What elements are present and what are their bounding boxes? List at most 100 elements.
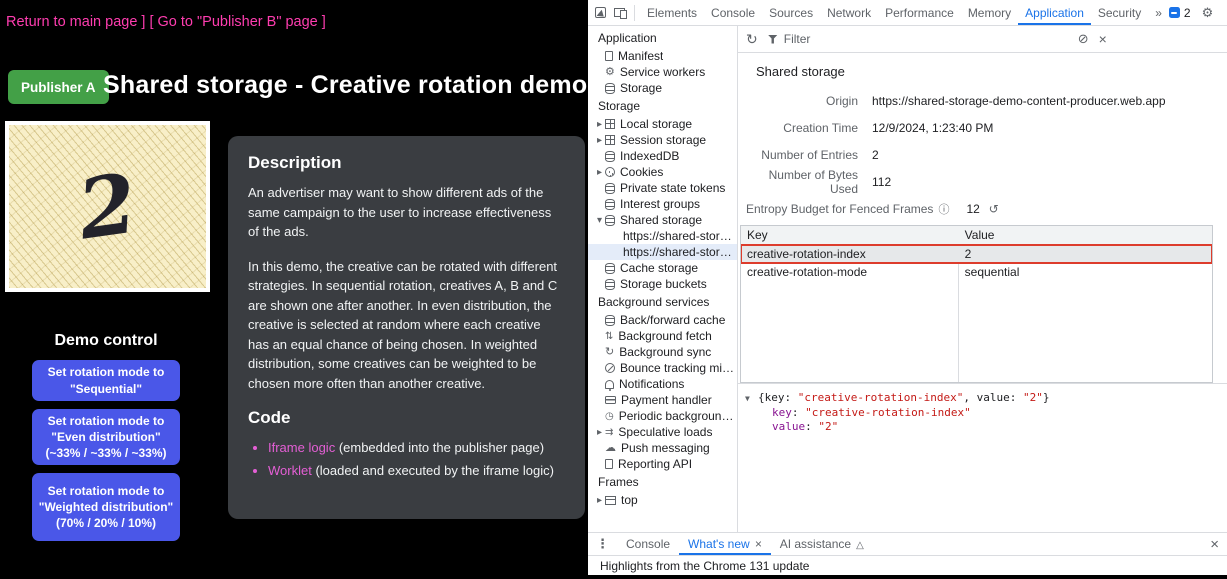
property-name: key <box>772 406 792 419</box>
set-rotation-sequential-button[interactable]: Set rotation mode to "Sequential" <box>32 360 180 401</box>
drawer-tab-ai-assistance[interactable]: AI assistance <box>771 533 873 555</box>
drawer-tab-whats-new[interactable]: What's new <box>679 533 771 555</box>
expand-arrow-icon[interactable] <box>594 495 605 506</box>
sidebar-item-private-state-tokens[interactable]: Private state tokens <box>588 180 737 196</box>
sidebar-item-periodic-background-sync[interactable]: Periodic backgroun… <box>588 408 737 424</box>
punctuation: { <box>758 391 765 404</box>
sidebar-item-shared-storage[interactable]: Shared storage <box>588 212 737 228</box>
tab-memory[interactable]: Memory <box>961 0 1018 25</box>
clock-icon <box>605 411 614 422</box>
expand-arrow-icon[interactable] <box>594 427 605 438</box>
table-row[interactable]: creative-rotation-mode sequential <box>741 263 1212 281</box>
inspect-element-icon[interactable] <box>595 7 606 18</box>
tab-sources[interactable]: Sources <box>762 0 820 25</box>
sidebar-item-reporting-api[interactable]: Reporting API <box>588 456 737 472</box>
tab-security[interactable]: Security <box>1091 0 1148 25</box>
device-toolbar-icon[interactable] <box>614 8 625 17</box>
sidebar-item-storage[interactable]: Storage <box>588 80 737 96</box>
sidebar-item-interest-groups[interactable]: Interest groups <box>588 196 737 212</box>
more-tabs-icon[interactable] <box>1148 0 1169 25</box>
expand-arrow-icon[interactable] <box>594 119 605 130</box>
database-icon <box>605 279 615 290</box>
top-nav-links[interactable]: Return to main page ] [ Go to "Publisher… <box>6 14 326 30</box>
sidebar-item-storage-buckets[interactable]: Storage buckets <box>588 276 737 292</box>
drawer-menu-icon[interactable] <box>596 536 609 552</box>
button-line: "Weighted distribution" <box>39 499 173 515</box>
close-whats-new-icon[interactable] <box>755 537 762 551</box>
delete-all-icon[interactable] <box>1078 31 1089 47</box>
devtools-tabbar: Elements Console Sources Network Perform… <box>588 0 1227 26</box>
key-column-header[interactable]: Key <box>741 228 958 242</box>
expand-arrow-icon[interactable] <box>594 135 605 146</box>
property-value: "creative-rotation-index" <box>805 406 971 419</box>
iframe-logic-link[interactable]: Iframe logic <box>268 440 335 455</box>
value-column-header[interactable]: Value <box>958 228 1212 242</box>
issues-badge[interactable]: 2 <box>1169 6 1191 20</box>
tab-application[interactable]: Application <box>1018 0 1091 25</box>
button-line: Set rotation mode to <box>48 413 165 429</box>
sidebar-item-background-fetch[interactable]: Background fetch <box>588 328 737 344</box>
button-line: (~33% / ~33% / ~33%) <box>45 445 166 461</box>
worklet-link[interactable]: Worklet <box>268 463 312 478</box>
card-icon <box>605 396 616 404</box>
devtools-window: Elements Console Sources Network Perform… <box>588 0 1227 575</box>
drawer-tab-console[interactable]: Console <box>617 533 679 555</box>
punctuation: } <box>1043 391 1050 404</box>
sidebar-item-indexeddb[interactable]: IndexedDB <box>588 148 737 164</box>
cookie-icon <box>605 167 615 177</box>
punctuation: : <box>805 420 818 433</box>
sidebar-item-shared-storage-origin-1[interactable]: https://shared-storage… <box>588 228 737 244</box>
set-rotation-even-distribution-button[interactable]: Set rotation mode to "Even distribution"… <box>32 409 180 465</box>
sidebar-item-speculative-loads[interactable]: Speculative loads <box>588 424 737 440</box>
filter-box[interactable] <box>768 32 1068 46</box>
gear-icon <box>605 67 615 78</box>
settings-gear-icon[interactable] <box>1202 5 1214 21</box>
property-value: "2" <box>818 420 838 433</box>
drawer-close-icon[interactable] <box>1210 536 1219 553</box>
cloud-icon <box>605 443 616 454</box>
expander-icon[interactable] <box>745 391 758 406</box>
description-heading: Description <box>248 153 565 173</box>
entries-value: 2 <box>872 148 879 162</box>
updown-arrows-icon <box>605 331 613 342</box>
table-row[interactable]: creative-rotation-index 2 <box>741 245 1212 263</box>
collapse-arrow-icon[interactable] <box>594 215 605 226</box>
button-line: Set rotation mode to <box>48 364 165 380</box>
sidebar-item-background-sync[interactable]: Background sync <box>588 344 737 360</box>
devtools-drawer: Console What's new AI assistance <box>588 532 1227 555</box>
sidebar-item-shared-storage-origin-2[interactable]: https://shared-storage… <box>588 244 737 260</box>
whats-new-headline: Highlights from the Chrome 131 update <box>600 559 809 573</box>
description-panel: Description An advertiser may want to sh… <box>228 136 585 519</box>
table-scrollbar[interactable] <box>1215 231 1224 387</box>
sidebar-item-bounce-tracking-mitigations[interactable]: Bounce tracking miti… <box>588 360 737 376</box>
sidebar-item-session-storage[interactable]: Session storage <box>588 132 737 148</box>
set-rotation-weighted-distribution-button[interactable]: Set rotation mode to "Weighted distribut… <box>32 473 180 541</box>
tab-elements[interactable]: Elements <box>640 0 704 25</box>
list-item-text: (loaded and executed by the iframe logic… <box>312 463 554 478</box>
sidebar-item-back-forward-cache[interactable]: Back/forward cache <box>588 312 737 328</box>
sidebar-item-local-storage[interactable]: Local storage <box>588 116 737 132</box>
sidebar-item-manifest[interactable]: Manifest <box>588 48 737 64</box>
code-list: Iframe logic (embedded into the publishe… <box>268 438 565 480</box>
sidebar-item-frame-top[interactable]: top <box>588 492 737 508</box>
info-icon[interactable] <box>938 201 949 217</box>
publisher-page: Return to main page ] [ Go to "Publisher… <box>0 0 588 579</box>
reset-budget-icon[interactable] <box>989 202 999 216</box>
tab-network[interactable]: Network <box>820 0 878 25</box>
filter-input[interactable] <box>784 32 1024 46</box>
sidebar-item-notifications[interactable]: Notifications <box>588 376 737 392</box>
sidebar-item-service-workers[interactable]: Service workers <box>588 64 737 80</box>
clear-icon[interactable] <box>1099 31 1107 47</box>
expand-arrow-icon[interactable] <box>594 167 605 178</box>
sidebar-item-cookies[interactable]: Cookies <box>588 164 737 180</box>
sidebar-item-cache-storage[interactable]: Cache storage <box>588 260 737 276</box>
issues-count: 2 <box>1184 6 1191 20</box>
refresh-icon[interactable] <box>746 31 758 48</box>
preview-key-name: key <box>765 391 785 404</box>
sidebar-item-payment-handler[interactable]: Payment handler <box>588 392 737 408</box>
sidebar-item-push-messaging[interactable]: Push messaging <box>588 440 737 456</box>
punctuation: , <box>963 391 976 404</box>
tab-console[interactable]: Console <box>704 0 762 25</box>
tab-performance[interactable]: Performance <box>878 0 961 25</box>
bytes-used-label: Number of Bytes Used <box>738 168 858 196</box>
